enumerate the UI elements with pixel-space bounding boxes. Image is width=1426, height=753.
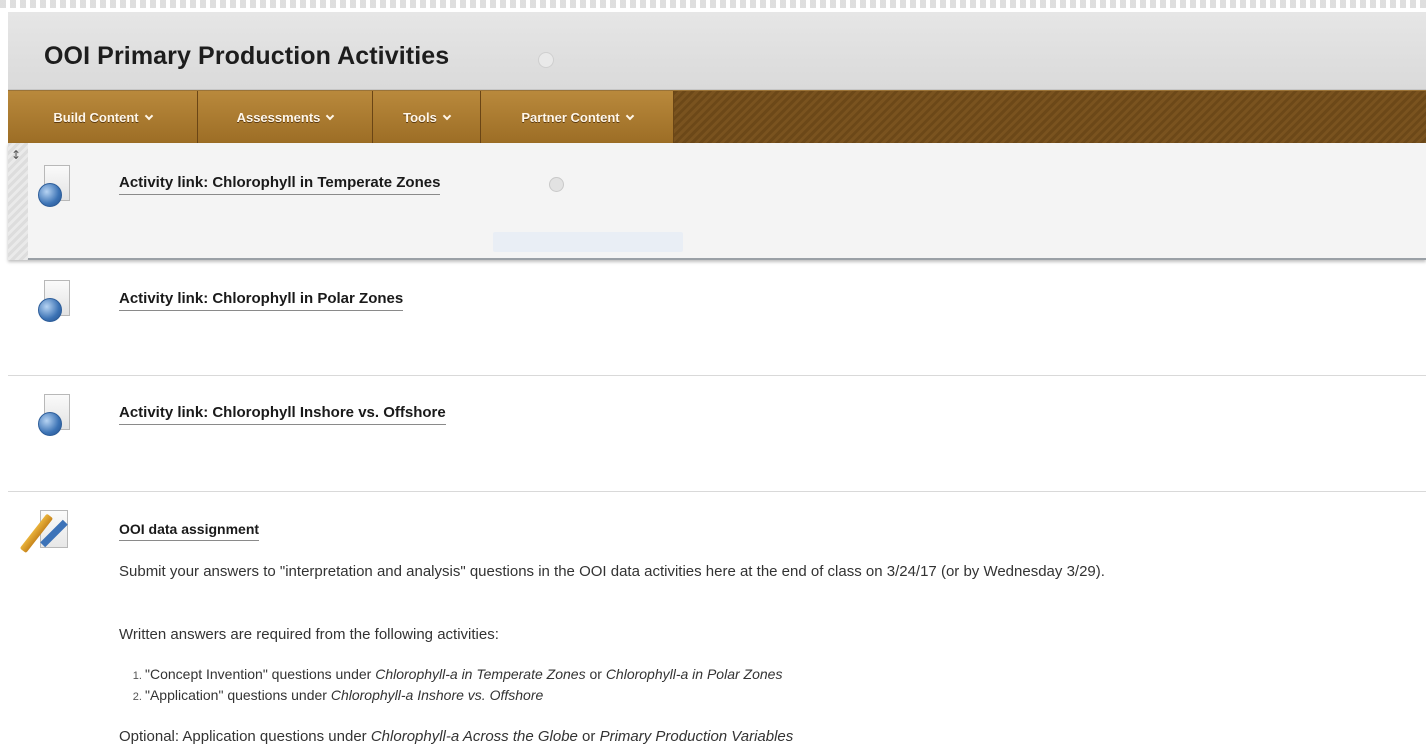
- assignment-para-2: Written answers are required from the fo…: [119, 626, 499, 643]
- assignment-para-1: Submit your answers to "interpretation a…: [119, 563, 1105, 580]
- chevron-down-icon: [326, 111, 335, 121]
- content-item: Activity link: Chlorophyll in Polar Zone…: [8, 262, 1426, 376]
- activity-name: Chlorophyll-a Across the Globe: [370, 728, 578, 745]
- top-border: [0, 0, 1426, 8]
- drag-handle-strip[interactable]: ↕: [8, 143, 28, 260]
- drag-handle-icon[interactable]: ↕: [11, 148, 21, 162]
- list-item: "Application" questions under Chlorophyl…: [145, 685, 782, 706]
- item-options-icon[interactable]: [549, 177, 564, 192]
- chevron-down-icon: [442, 111, 452, 121]
- chevron-down-icon: [144, 111, 153, 121]
- item-title-link[interactable]: Activity link: Chlorophyll in Temperate …: [119, 174, 441, 195]
- tools-label: Tools: [403, 110, 437, 125]
- content-item-assignment: OOI data assignment: [8, 492, 1426, 753]
- activity-name: Primary Production Variables: [599, 728, 794, 745]
- content-toolbar: Build Content Assessments Tools Partner …: [8, 90, 1426, 144]
- build-content-menu[interactable]: Build Content: [8, 91, 198, 144]
- web-link-icon: [38, 280, 72, 322]
- item-title-link[interactable]: Activity link: Chlorophyll in Polar Zone…: [119, 290, 404, 311]
- optional-text: Optional: Application questions under: [119, 728, 371, 745]
- item-title-link[interactable]: Activity link: Chlorophyll Inshore vs. O…: [119, 404, 446, 425]
- assignment-icon: [19, 510, 74, 558]
- chevron-down-icon: [625, 111, 634, 121]
- partner-content-label: Partner Content: [521, 110, 620, 125]
- content-item: ↕ Activity link: Chlorophyll in Temperat…: [8, 143, 1426, 260]
- assessments-label: Assessments: [236, 110, 321, 125]
- page-title-options-icon[interactable]: [538, 52, 554, 68]
- list-text: "Application" questions under: [145, 687, 331, 703]
- list-text: "Concept Invention" questions under: [145, 666, 376, 682]
- hover-hint-bar: [493, 232, 683, 252]
- assignment-description: Submit your answers to "interpretation a…: [119, 561, 1409, 582]
- optional-text: or: [577, 728, 600, 745]
- optional-note: Optional: Application questions under Ch…: [119, 726, 793, 747]
- activity-name: Chlorophyll-a in Temperate Zones: [375, 666, 586, 682]
- page-title: OOI Primary Production Activities: [44, 42, 450, 70]
- activity-name: Chlorophyll-a Inshore vs. Offshore: [330, 687, 544, 703]
- content-item: Activity link: Chlorophyll Inshore vs. O…: [8, 376, 1426, 492]
- list-text: or: [585, 666, 606, 682]
- list-item: "Concept Invention" questions under Chlo…: [145, 664, 782, 685]
- assessments-menu[interactable]: Assessments: [198, 91, 373, 144]
- activity-name: Chlorophyll-a in Polar Zones: [605, 666, 783, 682]
- web-link-icon: [38, 165, 72, 207]
- page-header: OOI Primary Production Activities: [8, 12, 1426, 90]
- item-title-link[interactable]: OOI data assignment: [119, 521, 260, 541]
- web-link-icon: [38, 394, 72, 436]
- tools-menu[interactable]: Tools: [373, 91, 481, 144]
- build-content-label: Build Content: [53, 110, 139, 125]
- partner-content-menu[interactable]: Partner Content: [481, 91, 674, 144]
- requirements-list: "Concept Invention" questions under Chlo…: [119, 664, 782, 706]
